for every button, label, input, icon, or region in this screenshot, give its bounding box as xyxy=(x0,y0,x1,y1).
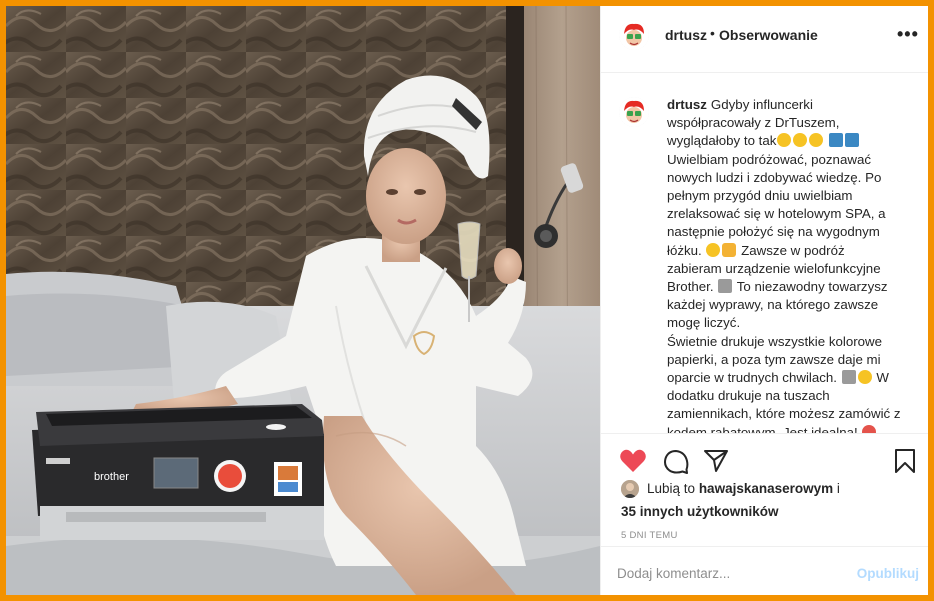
printer-emoji-icon xyxy=(718,279,733,294)
down-arrow-emoji-icon xyxy=(829,133,844,148)
comment-box: Dodaj komentarz... Opublikuj xyxy=(601,546,928,595)
post-side-panel: drtusz • Obserwowanie ••• drtusz Gdyby in… xyxy=(600,6,928,595)
more-icon[interactable]: ••• xyxy=(897,24,919,45)
separator-dot: • xyxy=(710,25,715,41)
share-icon[interactable] xyxy=(703,449,729,473)
post-actions: Lubią to hawajskanaserowym i 35 innych u… xyxy=(601,433,928,547)
likes-suffix: i xyxy=(836,481,840,496)
like-heart-icon[interactable] xyxy=(619,448,647,474)
liker-avatar[interactable] xyxy=(621,480,639,498)
caption-avatar[interactable] xyxy=(619,97,649,127)
grin-emoji-icon xyxy=(777,133,792,148)
grin-emoji-icon xyxy=(793,133,808,148)
caption-text: drtusz Gdyby influncerki współpracowały z… xyxy=(667,96,901,433)
avatar[interactable] xyxy=(619,20,649,50)
following-button[interactable]: Obserwowanie xyxy=(719,27,818,43)
grin-emoji-icon xyxy=(857,370,872,385)
thumbs-up-emoji-icon xyxy=(722,242,737,257)
post-photo[interactable]: brother xyxy=(6,6,600,595)
post-timestamp[interactable]: 5 DNI TEMU xyxy=(621,530,678,541)
post-caption: drtusz Gdyby influncerki współpracowały z… xyxy=(601,73,928,433)
heart-eyes-emoji-icon xyxy=(862,424,877,433)
liker-username[interactable]: hawajskanaserowym xyxy=(699,481,833,496)
smile-emoji-icon xyxy=(706,242,721,257)
save-bookmark-icon[interactable] xyxy=(893,448,917,474)
likes-prefix: Lubią to xyxy=(647,481,696,496)
post-author-username[interactable]: drtusz xyxy=(665,27,707,43)
likes-text: Lubią to hawajskanaserowym i xyxy=(647,481,840,496)
down-arrow-emoji-icon xyxy=(845,133,860,148)
publish-comment-button[interactable]: Opublikuj xyxy=(857,566,919,581)
grin-emoji-icon xyxy=(809,133,824,148)
printer-emoji-icon xyxy=(841,370,856,385)
likes-others[interactable]: 35 innych użytkowników xyxy=(621,504,779,519)
printer-brand: brother xyxy=(94,471,129,483)
caption-username[interactable]: drtusz xyxy=(667,97,707,112)
instagram-post-frame: brother drtusz • Obserwowanie ••• drtusz… xyxy=(6,6,928,595)
comment-input[interactable]: Dodaj komentarz... xyxy=(617,566,730,581)
comment-icon[interactable] xyxy=(663,449,689,475)
printer-illustration: brother xyxy=(32,404,324,540)
post-header: drtusz • Obserwowanie ••• xyxy=(601,6,928,73)
